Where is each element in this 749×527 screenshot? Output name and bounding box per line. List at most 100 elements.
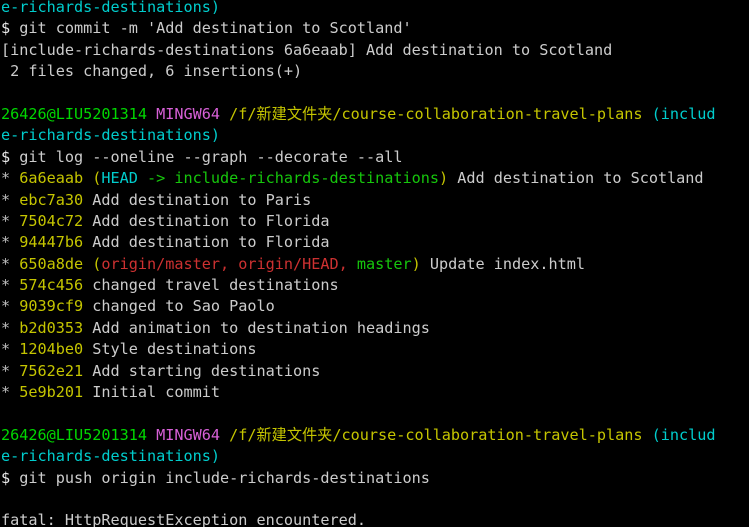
prompt-dollar-icon: $ (1, 468, 11, 487)
graph-marker-icon: * (1, 211, 11, 230)
commit-message: Add destination to Florida (92, 211, 330, 230)
prompt-path-prefix: /f/ (229, 425, 257, 444)
git-log-row: * 6a6eaab (HEAD -> include-richards-dest… (1, 168, 749, 189)
command-text-push: git push origin include-richards-destina… (19, 468, 430, 487)
ref-separator: , (219, 254, 239, 273)
ref-remote-master: origin/master (101, 254, 220, 273)
prompt-line-2-wrap: e-richards-destinations) (1, 446, 749, 467)
git-log-row: * ebc7a30 Add destination to Paris (1, 190, 749, 211)
prompt-path-cjk: 新建文件夹 (256, 104, 333, 123)
command-line-log: $ git log --oneline --graph --decorate -… (1, 147, 749, 168)
terminal-window[interactable]: e-richards-destinations) $ git commit -m… (0, 0, 749, 527)
scrollback-overflow-line: e-richards-destinations) (1, 0, 749, 18)
refs-open-paren: ( (92, 254, 102, 273)
commit-hash: 5e9b201 (19, 383, 84, 402)
git-log-row: * 1204be0 Style destinations (1, 339, 749, 360)
commit-hash: 1204be0 (19, 340, 84, 359)
commit-message: Add destination to Scotland (457, 169, 704, 188)
files-changed-text: 2 files changed, 6 insertions(+) (1, 62, 303, 81)
command-text-commit: git commit -m 'Add destination to Scotla… (19, 19, 412, 38)
ref-separator: , (338, 254, 357, 273)
prompt-user-host: 26426@LIU5201314 (1, 104, 147, 123)
graph-marker-icon: * (1, 297, 11, 316)
refs-close-paren: ) (411, 254, 421, 273)
graph-marker-icon: * (1, 340, 11, 359)
prompt-path-suffix: /course-collaboration-travel-plans (332, 104, 643, 123)
commit-hash: 7562e21 (19, 361, 84, 380)
command-text-log: git log --oneline --graph --decorate --a… (19, 147, 403, 166)
prompt-path-cjk: 新建文件夹 (256, 425, 333, 444)
commit-message: Add animation to destination headings (92, 318, 430, 337)
commit-message: Add destination to Florida (92, 233, 330, 252)
terminal-screen: e-richards-destinations) $ git commit -m… (1, 0, 749, 527)
files-changed-line: 2 files changed, 6 insertions(+) (1, 61, 749, 82)
ref-branch: include-richards-destinations (174, 169, 439, 188)
git-log-row: * 574c456 changed travel destinations (1, 275, 749, 296)
commit-result-text: [include-richards-destinations 6a6eaab] … (1, 40, 613, 59)
refs-open-paren: ( (92, 169, 102, 188)
error-fatal-http-line: fatal: HttpRequestException encountered. (1, 510, 749, 527)
graph-marker-icon: * (1, 318, 11, 337)
commit-hash: 574c456 (19, 276, 84, 295)
commit-message: Update index.html (429, 254, 585, 273)
prompt-shell-name: MINGW64 (156, 104, 220, 123)
prompt-branch-wrap: e-richards-destinations) (1, 447, 220, 466)
ref-arrow-icon: -> (147, 169, 166, 188)
git-log-row: * 94447b6 Add destination to Florida (1, 232, 749, 253)
prompt-branch-open: (includ (651, 104, 716, 123)
branch-overflow-text: e-richards-destinations) (1, 0, 220, 16)
commit-message: Style destinations (92, 340, 257, 359)
error-fatal-http-text: fatal: HttpRequestException encountered. (1, 511, 366, 527)
commit-hash: 94447b6 (19, 233, 84, 252)
commit-hash: b2d0353 (19, 318, 84, 337)
prompt-branch-wrap: e-richards-destinations) (1, 126, 220, 145)
prompt-user-host: 26426@LIU5201314 (1, 425, 147, 444)
graph-marker-icon: * (1, 169, 11, 188)
commit-message: Initial commit (92, 383, 220, 402)
graph-marker-icon: * (1, 276, 11, 295)
refs-close-paren: ) (438, 169, 449, 188)
commit-message: changed travel destinations (92, 276, 339, 295)
prompt-line-1-wrap: e-richards-destinations) (1, 125, 749, 146)
prompt-dollar-icon: $ (1, 147, 11, 166)
graph-marker-icon: * (1, 254, 11, 273)
commit-hash: 650a8de (19, 254, 84, 273)
ref-local-master: master (356, 254, 412, 273)
prompt-dollar-icon: $ (1, 19, 11, 38)
git-log-row: * 9039cf9 changed to Sao Paolo (1, 296, 749, 317)
commit-hash: 6a6eaab (19, 169, 84, 188)
git-log-row: * 7562e21 Add starting destinations (1, 361, 749, 382)
git-log-row: * 7504c72 Add destination to Florida (1, 211, 749, 232)
ref-remote-head: origin/HEAD (238, 254, 339, 273)
